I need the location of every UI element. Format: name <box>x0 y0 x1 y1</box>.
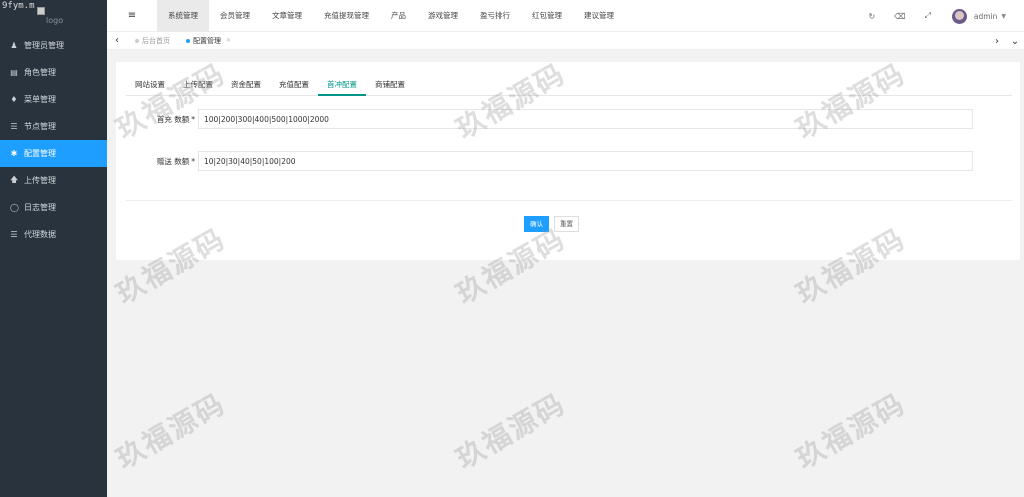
first-recharge-amount-input[interactable] <box>198 109 973 129</box>
chevron-left-icon[interactable]: ‹ <box>107 35 127 46</box>
form-divider <box>126 200 1012 201</box>
tab-dot-icon <box>186 38 190 43</box>
avatar[interactable] <box>951 8 967 24</box>
page-tab-label: 后台首页 <box>142 36 170 45</box>
page-tab-label: 配置管理 <box>193 36 221 45</box>
sidebar-item-label: 节点管理 <box>24 122 56 131</box>
trash-icon[interactable]: ⌫ <box>886 12 914 21</box>
sidebar-item-config[interactable]: ✱ 配置管理 <box>0 140 107 167</box>
watermark: 玖福源码 <box>450 387 571 476</box>
form-row-first-recharge: 首充 数额 * <box>126 109 996 129</box>
form-actions: 确认 重置 <box>524 216 584 232</box>
page-tab-tools: › ⌄ <box>988 32 1024 50</box>
site-watermark-text: 9fym.m <box>2 1 35 11</box>
sidebar-item-label: 配置管理 <box>24 149 56 158</box>
user-name[interactable]: admin <box>974 12 998 21</box>
required-mark: * <box>191 156 195 166</box>
list-icon: ☰ <box>10 230 18 239</box>
top-tab-members[interactable]: 会员管理 <box>209 0 261 32</box>
globe-icon: ◯ <box>10 203 19 212</box>
required-mark: * <box>191 114 195 124</box>
bonus-amount-input[interactable] <box>198 151 973 171</box>
top-tab-redpacket[interactable]: 红包管理 <box>521 0 573 32</box>
bell-icon: ♦ <box>10 95 18 104</box>
list-icon: ☰ <box>10 122 18 131</box>
sidebar-item-label: 日志管理 <box>24 203 56 212</box>
page-tab-bar: ‹ 后台首页 配置管理 ✕ › ⌄ <box>107 32 1024 50</box>
confirm-button[interactable]: 确认 <box>524 216 549 232</box>
tab-dot-icon <box>135 38 139 43</box>
top-tab-articles[interactable]: 文章管理 <box>261 0 313 32</box>
top-tab-recharge[interactable]: 充值提现管理 <box>313 0 380 32</box>
field-label-text: 赠送 数额 <box>156 156 190 166</box>
broken-image-icon <box>37 7 45 15</box>
sidebar-item-admin[interactable]: ♟ 管理员管理 <box>0 32 107 59</box>
tab-shop-config[interactable]: 商铺配置 <box>366 74 414 96</box>
tab-first-recharge-config[interactable]: 首冲配置 <box>318 74 366 96</box>
sidebar-item-agent-data[interactable]: ☰ 代理数据 <box>0 221 107 248</box>
tab-funds-config[interactable]: 资金配置 <box>222 74 270 96</box>
sidebar-item-label: 代理数据 <box>24 230 56 239</box>
gear-icon: ✱ <box>10 149 18 158</box>
sidebar-item-uploads[interactable]: 🡅 上传管理 <box>0 167 107 194</box>
top-header: ≡ 系统管理 会员管理 文章管理 充值提现管理 产品 游戏管理 盈亏排行 红包管… <box>107 0 1024 32</box>
upload-icon: 🡅 <box>10 174 19 184</box>
fullscreen-icon[interactable]: ⤢ <box>914 11 942 21</box>
form-row-bonus: 赠送 数额 * <box>126 151 996 171</box>
watermark: 玖福源码 <box>790 387 911 476</box>
sidebar-item-label: 管理员管理 <box>24 41 64 50</box>
field-label-text: 首充 数额 <box>156 114 190 124</box>
page-tab-config[interactable]: 配置管理 ✕ <box>178 36 239 46</box>
top-tab-suggestions[interactable]: 建议管理 <box>573 0 625 32</box>
chevron-right-icon[interactable]: › <box>988 36 1006 47</box>
chevron-down-icon[interactable]: ⌄ <box>1006 36 1024 47</box>
config-card: 网站设置 上传配置 资金配置 充值配置 首冲配置 商铺配置 首充 数额* 赠送 … <box>116 62 1020 260</box>
reset-button[interactable]: 重置 <box>554 216 579 232</box>
tab-upload-config[interactable]: 上传配置 <box>174 74 222 96</box>
chevron-down-icon[interactable]: ▼ <box>1001 13 1006 20</box>
sidebar-item-logs[interactable]: ◯ 日志管理 <box>0 194 107 221</box>
tab-site-settings[interactable]: 网站设置 <box>126 74 174 96</box>
sidebar-item-nodes[interactable]: ☰ 节点管理 <box>0 113 107 140</box>
user-icon: ♟ <box>10 41 18 50</box>
header-tools: ↻ ⌫ ⤢ admin ▼ <box>858 0 1024 32</box>
top-tab-games[interactable]: 游戏管理 <box>417 0 469 32</box>
refresh-icon[interactable]: ↻ <box>858 12 886 21</box>
sidebar-item-menus[interactable]: ♦ 菜单管理 <box>0 86 107 113</box>
sidebar-item-label: 角色管理 <box>24 68 56 77</box>
id-card-icon: ▤ <box>10 68 18 77</box>
menu-toggle-icon[interactable]: ≡ <box>107 10 157 21</box>
first-recharge-label: 首充 数额 * <box>126 114 198 125</box>
top-tab-ranking[interactable]: 盈亏排行 <box>469 0 521 32</box>
top-tab-system[interactable]: 系统管理 <box>157 0 209 32</box>
sidebar-item-roles[interactable]: ▤ 角色管理 <box>0 59 107 86</box>
watermark: 玖福源码 <box>110 387 231 476</box>
tab-recharge-config[interactable]: 充值配置 <box>270 74 318 96</box>
logo-area: 9fym.m logo <box>0 0 107 32</box>
page-tab-home[interactable]: 后台首页 <box>127 36 178 46</box>
bonus-label: 赠送 数额 * <box>126 156 198 167</box>
config-tabs: 网站设置 上传配置 资金配置 充值配置 首冲配置 商铺配置 <box>126 74 1012 96</box>
logo-alt-text: logo <box>46 16 64 25</box>
top-tab-products[interactable]: 产品 <box>380 0 417 32</box>
sidebar: 9fym.m logo ♟ 管理员管理 ▤ 角色管理 ♦ 菜单管理 ☰ 节点管理… <box>0 0 107 497</box>
close-icon[interactable]: ✕ <box>226 37 231 44</box>
sidebar-item-label: 菜单管理 <box>24 95 56 104</box>
sidebar-item-label: 上传管理 <box>24 176 56 185</box>
